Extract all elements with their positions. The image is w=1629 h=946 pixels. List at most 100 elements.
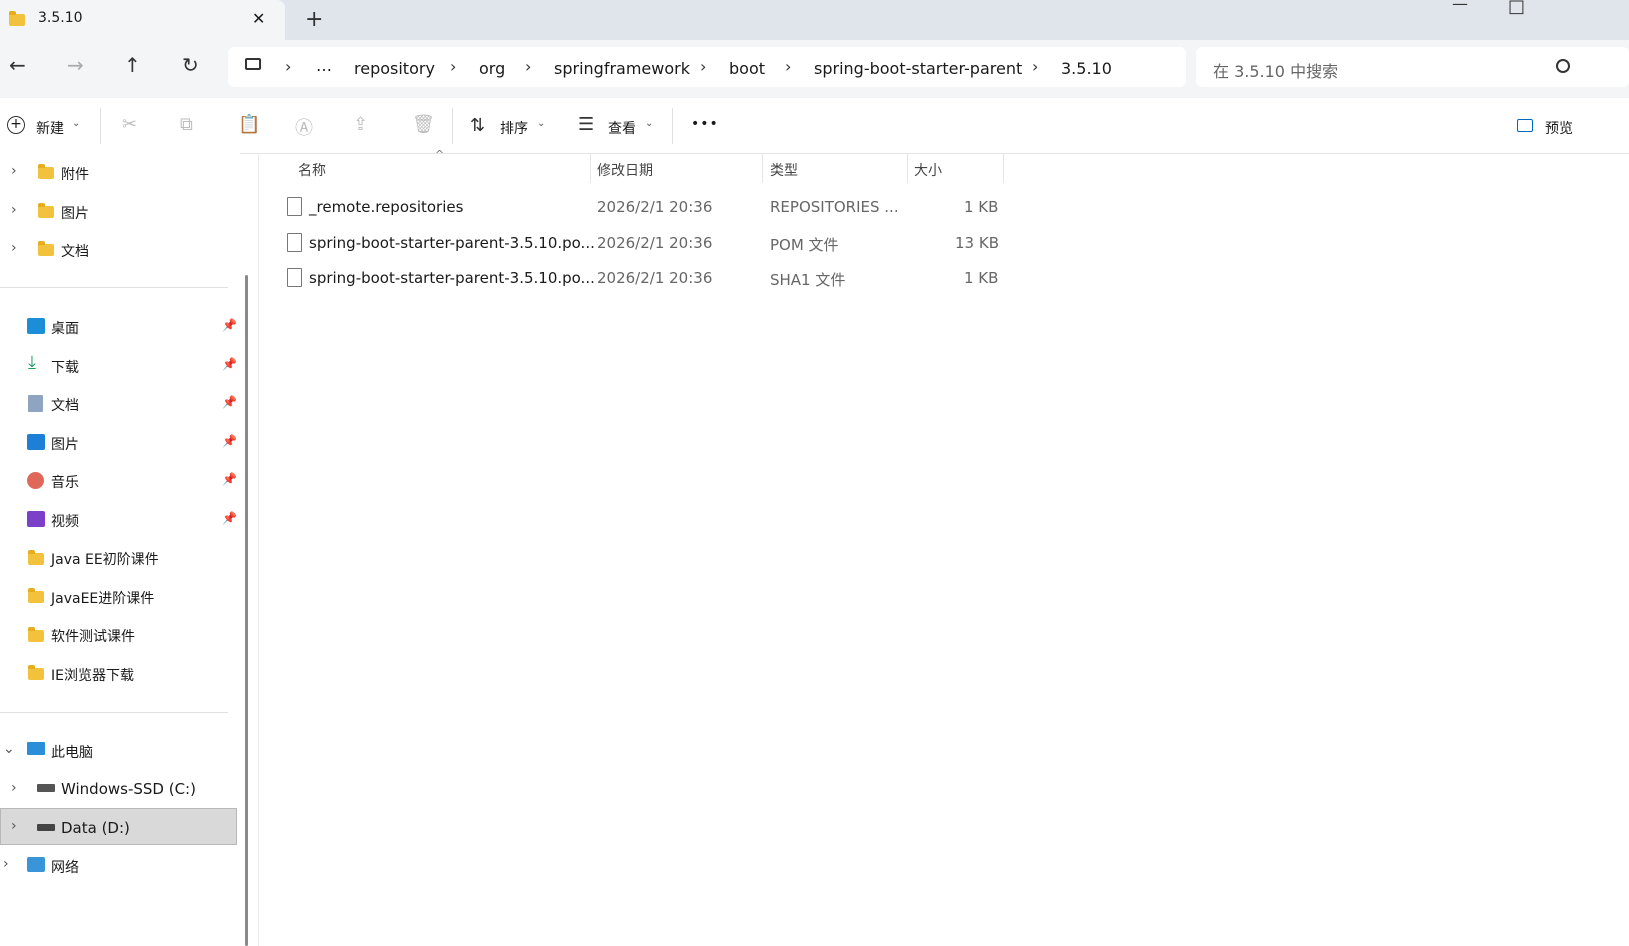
chevron-right-icon[interactable]: › xyxy=(785,57,791,76)
this-pc-icon xyxy=(27,742,45,755)
folder-icon xyxy=(38,164,54,179)
sidebar-item-downloads[interactable]: 下载 xyxy=(51,357,79,377)
cut-icon[interactable]: ✂ xyxy=(122,114,137,135)
breadcrumb-more[interactable]: … xyxy=(316,56,332,75)
column-divider[interactable] xyxy=(907,153,908,183)
chevron-right-icon[interactable]: › xyxy=(450,57,456,76)
sidebar-item-pictures-folder[interactable]: 图片 xyxy=(61,203,89,223)
column-divider[interactable] xyxy=(762,153,763,183)
pin-icon[interactable]: 📌 xyxy=(222,472,237,486)
chevron-right-icon[interactable]: › xyxy=(11,780,17,796)
pin-icon[interactable]: 📌 xyxy=(222,318,237,332)
forward-arrow-icon[interactable]: → xyxy=(67,53,84,77)
sidebar-item-music[interactable]: 音乐 xyxy=(51,472,79,492)
chevron-down-icon[interactable]: ⌄ xyxy=(72,118,80,129)
documents-icon xyxy=(28,395,43,412)
sidebar-item-drive-d[interactable]: Data (D:) xyxy=(61,819,130,837)
file-name[interactable]: spring-boot-starter-parent-3.5.10.po... xyxy=(309,269,595,287)
breadcrumb-current[interactable]: 3.5.10 xyxy=(1061,59,1112,78)
folder-icon xyxy=(28,665,44,680)
chevron-right-icon[interactable]: › xyxy=(11,163,17,179)
chevron-down-icon[interactable]: ⌄ xyxy=(3,741,15,757)
paste-icon[interactable]: 📋 xyxy=(238,114,260,135)
tab-active[interactable]: 3.5.10 ✕ xyxy=(0,0,285,40)
maximize-button[interactable]: □ xyxy=(1508,0,1525,17)
preview-button[interactable]: 预览 xyxy=(1545,118,1573,138)
copy-icon[interactable]: ⧉ xyxy=(180,114,193,135)
breadcrumb-boot[interactable]: boot xyxy=(729,59,765,78)
sidebar-item-pictures[interactable]: 图片 xyxy=(51,434,79,454)
refresh-icon[interactable]: ↻ xyxy=(182,53,199,77)
up-arrow-icon[interactable]: ↑ xyxy=(124,53,141,77)
computer-icon[interactable] xyxy=(245,58,261,70)
file-modified: 2026/2/1 20:36 xyxy=(597,269,713,287)
breadcrumb-springframework[interactable]: springframework xyxy=(554,59,690,78)
pin-icon[interactable]: 📌 xyxy=(222,395,237,409)
breadcrumb-repository[interactable]: repository xyxy=(354,59,435,78)
chevron-right-icon[interactable]: › xyxy=(3,856,9,872)
sidebar-item-javaee-advanced[interactable]: JavaEE进阶课件 xyxy=(51,588,154,608)
file-name[interactable]: spring-boot-starter-parent-3.5.10.po... xyxy=(309,234,595,252)
file-type: SHA1 文件 xyxy=(770,271,846,289)
view-icon[interactable]: ☰ xyxy=(578,114,594,135)
sidebar-item-this-pc[interactable]: 此电脑 xyxy=(51,742,93,762)
chevron-right-icon[interactable]: › xyxy=(285,57,291,76)
sort-button[interactable]: 排序 xyxy=(500,118,528,138)
column-header-name[interactable]: 名称 xyxy=(298,160,326,180)
sidebar-item-network[interactable]: 网络 xyxy=(51,857,79,877)
folder-icon xyxy=(38,203,54,218)
column-header-type[interactable]: 类型 xyxy=(770,160,798,180)
pin-icon[interactable]: 📌 xyxy=(222,357,237,371)
file-type: REPOSITORIES ... xyxy=(770,198,899,216)
sort-icon[interactable]: ⇅ xyxy=(470,115,485,136)
new-tab-button[interactable]: + xyxy=(305,7,323,32)
rename-icon[interactable]: Ⓐ xyxy=(295,114,313,140)
more-options-button[interactable]: ••• xyxy=(691,116,719,132)
column-divider[interactable] xyxy=(1003,153,1004,183)
sidebar-item-videos[interactable]: 视频 xyxy=(51,511,79,531)
share-icon[interactable]: ⇪ xyxy=(353,114,368,135)
search-icon[interactable] xyxy=(1556,59,1570,73)
plus-circle-icon: + xyxy=(7,116,25,134)
sidebar-item-attachments[interactable]: 附件 xyxy=(61,164,89,184)
pin-icon[interactable]: 📌 xyxy=(222,511,237,525)
file-icon xyxy=(287,233,302,252)
chevron-right-icon[interactable]: › xyxy=(11,202,17,218)
folder-icon xyxy=(28,550,44,565)
chevron-right-icon[interactable]: › xyxy=(700,57,706,76)
column-header-modified[interactable]: 修改日期 xyxy=(597,160,653,180)
sidebar-item-desktop[interactable]: 桌面 xyxy=(51,318,79,338)
sidebar-item-drive-c[interactable]: Windows-SSD (C:) xyxy=(61,780,196,798)
sidebar-item-documents-folder[interactable]: 文档 xyxy=(61,241,89,261)
column-divider[interactable] xyxy=(590,153,591,183)
breadcrumb-spring-boot-starter-parent[interactable]: spring-boot-starter-parent xyxy=(814,59,1022,78)
pane-divider[interactable] xyxy=(258,153,259,946)
chevron-down-icon[interactable]: ⌄ xyxy=(537,118,545,129)
new-button[interactable]: 新建 xyxy=(36,118,64,138)
minimize-button[interactable]: — xyxy=(1452,0,1468,13)
file-name[interactable]: _remote.repositories xyxy=(309,198,463,216)
search-input[interactable]: 在 3.5.10 中搜索 xyxy=(1213,58,1338,82)
column-header-size[interactable]: 大小 xyxy=(914,160,942,180)
folder-icon xyxy=(38,241,54,256)
chevron-right-icon[interactable]: › xyxy=(1032,57,1038,76)
sidebar-item-documents[interactable]: 文档 xyxy=(51,395,79,415)
sidebar-scrollbar[interactable] xyxy=(245,275,248,946)
sidebar-item-javaee-basic[interactable]: Java EE初阶课件 xyxy=(51,549,159,569)
sidebar-item-ie-downloads[interactable]: IE浏览器下载 xyxy=(51,665,134,685)
drive-icon xyxy=(37,784,55,792)
breadcrumb-org[interactable]: org xyxy=(479,59,505,78)
chevron-right-icon[interactable]: › xyxy=(11,240,17,256)
view-button[interactable]: 查看 xyxy=(608,118,636,138)
delete-icon[interactable]: 🗑 xyxy=(412,114,435,135)
close-tab-icon[interactable]: ✕ xyxy=(252,9,265,28)
chevron-right-icon[interactable]: › xyxy=(11,818,17,834)
search-box[interactable]: 在 3.5.10 中搜索 xyxy=(1196,47,1629,87)
preview-pane-icon[interactable] xyxy=(1517,119,1533,132)
file-size: 1 KB xyxy=(964,198,999,216)
back-arrow-icon[interactable]: ← xyxy=(9,53,26,77)
sidebar-item-software-testing[interactable]: 软件测试课件 xyxy=(51,626,135,646)
pin-icon[interactable]: 📌 xyxy=(222,434,237,448)
chevron-right-icon[interactable]: › xyxy=(525,57,531,76)
chevron-down-icon[interactable]: ⌄ xyxy=(645,118,653,129)
